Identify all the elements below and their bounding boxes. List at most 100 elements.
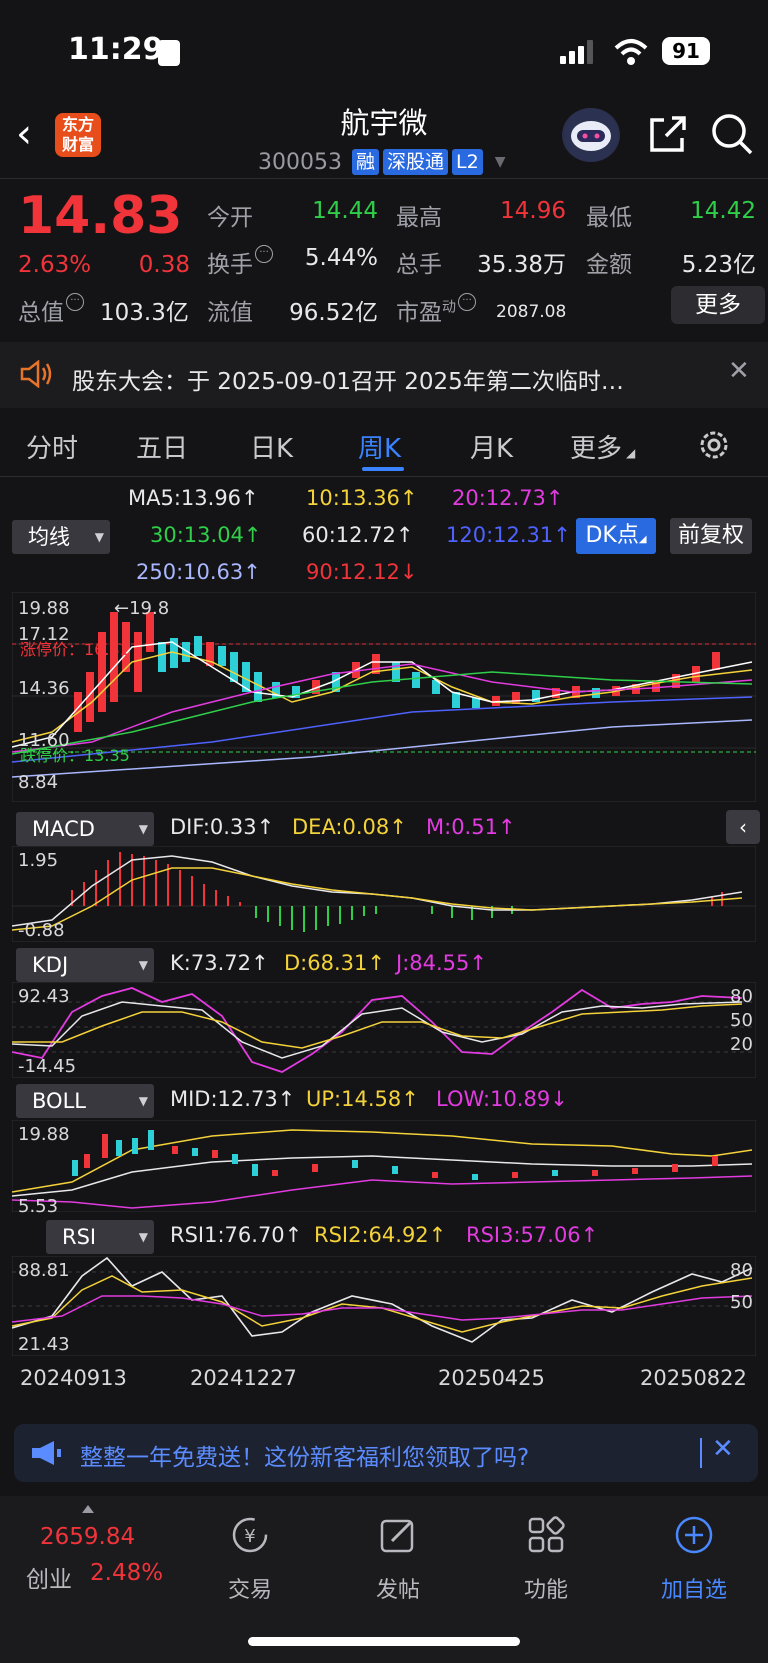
home-indicator[interactable] — [248, 1637, 520, 1646]
search-icon[interactable] — [710, 112, 754, 156]
pe-label[interactable]: 市盈动 ··· — [396, 293, 476, 327]
high-label: 最高 — [396, 205, 442, 231]
date-label-1: 20240913 — [20, 1366, 127, 1390]
macd-dea: DEA:0.08↑ — [292, 815, 407, 839]
float-value: 96.52亿 — [289, 300, 378, 326]
date-label-3: 20250425 — [438, 1366, 545, 1390]
macd-dif: DIF:0.33↑ — [170, 815, 275, 839]
candlestick-chart[interactable] — [12, 592, 756, 802]
tag-l2: L2 — [452, 149, 483, 175]
chevron-left-icon[interactable]: ‹ — [726, 810, 760, 844]
megaphone-icon — [32, 1441, 61, 1465]
index-value[interactable]: 2659.84 — [40, 1524, 135, 1550]
boll-ymax: 19.88 — [18, 1124, 70, 1145]
macd-ymax: 1.95 — [18, 850, 59, 871]
low-value: 14.42 — [690, 198, 756, 224]
rsi-selector[interactable]: RSI ▼ — [46, 1220, 154, 1254]
boll-mid: MID:12.73↑ — [170, 1087, 296, 1111]
share-icon[interactable] — [648, 114, 688, 154]
edit-icon[interactable] — [378, 1515, 418, 1555]
stock-code: 300053 — [258, 149, 342, 175]
signal-icon — [560, 40, 593, 64]
rsi-ymin: 21.43 — [18, 1334, 70, 1355]
date-label-4: 20250822 — [640, 1366, 747, 1390]
macd-selector[interactable]: MACD ▼ — [16, 812, 154, 846]
notice-text: 股东大会：于 2025-09-01召开 2025年第二次临时… — [72, 369, 624, 395]
index-up-arrow-icon — [82, 1505, 94, 1513]
limit-down-label: 跌停价：13.35 — [20, 746, 130, 765]
status-time: 11:29 — [68, 32, 164, 67]
tab-month[interactable]: 月K — [470, 428, 513, 465]
robot-assistant-icon[interactable] — [562, 108, 620, 162]
close-icon[interactable]: ✕ — [728, 356, 750, 386]
kchart-ymin: 8.84 — [18, 772, 59, 793]
current-price: 14.83 — [18, 186, 183, 246]
stock-meta[interactable]: 300053 融 深股通 L2 ▼ — [258, 148, 505, 176]
tag-connect: 深股通 — [383, 149, 449, 175]
amount-label: 金额 — [586, 252, 632, 278]
kdj-ref-50: 50 — [730, 1010, 753, 1031]
high-value: 14.96 — [500, 198, 566, 224]
amount-value: 5.23亿 — [681, 252, 756, 278]
turnover-label[interactable]: 换手 ··· — [207, 245, 273, 279]
ma250-value: 250:10.63↑ — [136, 560, 261, 584]
ma5-value: MA5:13.96↑ — [128, 486, 259, 510]
ma-selector[interactable]: 均线 ▼ — [12, 520, 110, 554]
tab-day[interactable]: 日K — [250, 428, 293, 465]
more-button[interactable]: 更多 — [671, 286, 765, 324]
kdj-selector[interactable]: KDJ ▼ — [16, 948, 154, 982]
open-label: 今开 — [207, 205, 253, 231]
change-percent: 2.63% — [18, 252, 92, 278]
ma90-value: 90:12.12↓ — [306, 560, 418, 584]
kdj-k: K:73.72↑ — [170, 951, 269, 975]
kdj-ymax: 92.43 — [18, 986, 70, 1007]
kdj-j: J:84.55↑ — [396, 951, 487, 975]
tag-margin: 融 — [351, 149, 379, 175]
boll-ymin: 5.53 — [18, 1196, 59, 1217]
rsi-ref-50: 50 — [730, 1292, 753, 1313]
limit-up-label: 涨停价：16.31 — [20, 640, 130, 659]
rsi-3: RSI3:57.06↑ — [466, 1223, 599, 1247]
wifi-icon — [614, 39, 648, 65]
ma10-value: 10:13.36↑ — [306, 486, 418, 510]
battery-indicator: 91 — [662, 37, 710, 65]
nav-post[interactable]: 发帖 — [348, 1572, 448, 1604]
adjust-button[interactable]: 前复权 — [670, 518, 752, 554]
index-name[interactable]: 创业 — [26, 1560, 72, 1594]
tab-intraday[interactable]: 分时 — [26, 428, 78, 465]
index-percent[interactable]: 2.48% — [90, 1560, 163, 1586]
ma60-value: 60:12.72↑ — [302, 523, 414, 547]
close-icon[interactable]: ✕ — [712, 1434, 734, 1464]
rsi-ymax: 88.81 — [18, 1260, 70, 1281]
promo-divider — [700, 1438, 702, 1468]
tab-week[interactable]: 周K — [358, 428, 401, 465]
boll-chart — [12, 1120, 756, 1212]
gear-icon[interactable] — [697, 428, 731, 462]
boll-low: LOW:10.89↓ — [436, 1087, 568, 1111]
tab-five-day[interactable]: 五日 — [136, 428, 188, 465]
macd-chart — [12, 846, 756, 942]
add-icon[interactable] — [674, 1515, 714, 1555]
macd-ymin: -0.88 — [18, 920, 65, 941]
boll-selector[interactable]: BOLL ▼ — [16, 1084, 154, 1118]
macd-m: M:0.51↑ — [426, 815, 516, 839]
trade-icon[interactable]: ¥ — [230, 1515, 270, 1555]
rsi-2: RSI2:64.92↑ — [314, 1223, 447, 1247]
divider — [0, 476, 768, 477]
tab-underline — [362, 467, 404, 471]
nav-function[interactable]: 功能 — [496, 1572, 596, 1604]
chevron-down-icon: ▼ — [494, 154, 506, 170]
grid-icon[interactable] — [526, 1515, 566, 1555]
nav-trade[interactable]: 交易 — [200, 1572, 300, 1604]
nav-add-watchlist[interactable]: 加自选 — [644, 1572, 744, 1604]
ma30-value: 30:13.04↑ — [150, 523, 262, 547]
divider — [0, 178, 768, 179]
kdj-d: D:68.31↑ — [284, 951, 385, 975]
kchart-y2: 14.36 — [18, 678, 70, 699]
turnover-value: 5.44% — [304, 245, 378, 271]
speaker-icon — [20, 360, 52, 388]
dk-point-button[interactable]: DK点◢ — [576, 518, 656, 554]
tab-more[interactable]: 更多 ◢ — [570, 428, 635, 465]
kdj-ref-20: 20 — [730, 1034, 753, 1055]
market-value-label[interactable]: 总值 ··· — [18, 293, 84, 327]
